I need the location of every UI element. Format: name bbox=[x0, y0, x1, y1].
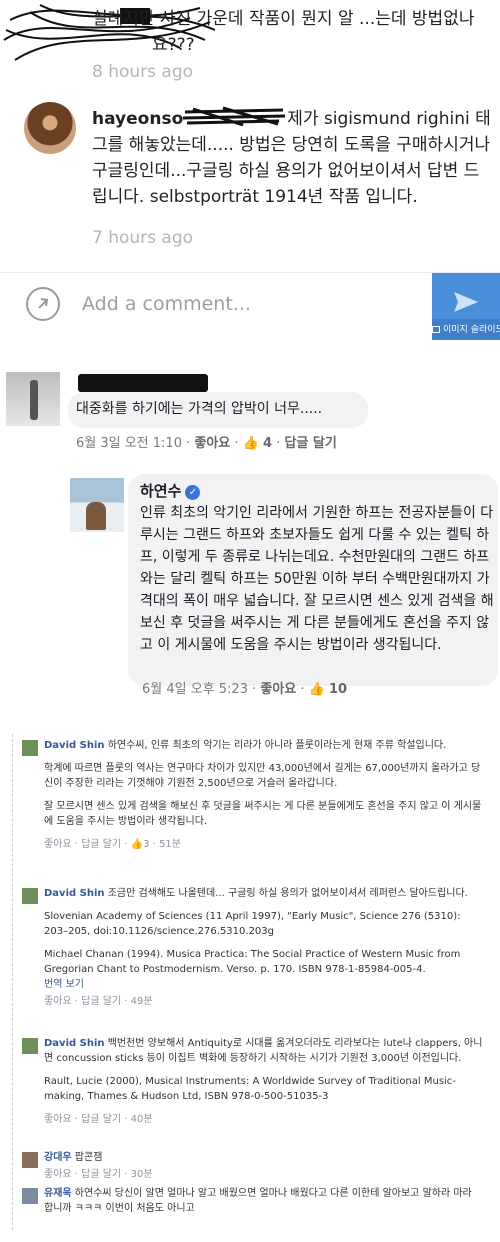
like-count: 10 bbox=[329, 682, 348, 697]
thread-line bbox=[12, 734, 13, 1230]
comment: 유재욱 하연수씨 당신이 알면 얼마나 알고 배웠으면 얼마나 배웠다고 다른 … bbox=[44, 1186, 484, 1216]
comment-meta[interactable]: 좋아요 · 답글 달기 · 30분 bbox=[44, 1167, 484, 1182]
avatar[interactable] bbox=[70, 478, 124, 532]
comment-meta: 6월 3일 오전 1:10 · 좋아요 · 👍 4 · 답글 달기 bbox=[76, 436, 337, 451]
comment-input[interactable]: Add a comment... bbox=[82, 293, 251, 315]
commenter-name[interactable]: David Shin bbox=[44, 888, 105, 899]
commenter-name[interactable]: 강대우 bbox=[44, 1152, 72, 1163]
image-slider-button[interactable]: 이미지 슬라이드 bbox=[432, 319, 500, 341]
avatar[interactable] bbox=[22, 740, 38, 756]
commenter-name[interactable]: David Shin bbox=[44, 1038, 105, 1049]
thumbs-up-icon: 👍 bbox=[242, 436, 259, 451]
instagram-comments: 실례지만 사진 가운데 작품이 뭔지 알 ...는데 방법없나요??? 8 ho… bbox=[0, 0, 500, 272]
comment-username[interactable]: hayeonso bbox=[92, 109, 183, 129]
avatar[interactable] bbox=[6, 372, 60, 426]
comment-meta: 6월 4일 오후 5:23 · 좋아요 · 👍 10 bbox=[142, 682, 348, 697]
comment: David Shin 백번천번 양보해서 Antiquity로 시대를 옮겨오더… bbox=[44, 1036, 484, 1135]
comment-time: 7 hours ago bbox=[92, 228, 194, 248]
comment: David Shin 조금만 검색해도 나올텐데... 구글링 하실 용의가 없… bbox=[44, 886, 484, 1017]
redacted-name bbox=[78, 374, 208, 392]
comment-date: 6월 4일 오후 5:23 bbox=[142, 682, 248, 697]
reply-icon[interactable] bbox=[26, 287, 60, 321]
comment-paragraph: 학계에 따르면 플룻의 역사는 연구마다 차이가 있지만 43,000년에서 길… bbox=[44, 763, 481, 789]
avatar[interactable] bbox=[22, 1152, 38, 1168]
comment-date: 6월 3일 오전 1:10 bbox=[76, 436, 182, 451]
comment-body: hayeonso 제가 sigismund righini 태그를 해놓았는데..… bbox=[92, 106, 492, 210]
comment-text: 백번천번 양보해서 Antiquity로 시대를 옮겨오더라도 리라보다는 lu… bbox=[44, 1038, 483, 1064]
comment-text: 하연수씨 당신이 알면 얼마나 알고 배웠으면 얼마나 배웠다고 다른 이한테 … bbox=[44, 1188, 472, 1214]
comment: 강대우 팝콘잼 좋아요 · 답글 달기 · 30분 bbox=[44, 1150, 484, 1190]
comment-text: 대중화를 하기에는 가격의 압박이 너무..... bbox=[76, 401, 323, 417]
avatar[interactable] bbox=[24, 102, 76, 154]
comment-meta[interactable]: 좋아요 · 답글 달기 · 40분 bbox=[44, 1112, 484, 1127]
comment-text: 인류 최초의 악기인 리라에서 기원한 하프는 전공자분들이 다루시는 그랜드 … bbox=[140, 505, 494, 653]
like-link[interactable]: 좋아요 bbox=[194, 436, 230, 451]
commenter-name[interactable]: 하연수 ✓ bbox=[140, 480, 201, 501]
facebook-mobile-comments: 대중화를 하기에는 가격의 압박이 너무..... 6월 3일 오전 1:10 … bbox=[0, 340, 500, 720]
comment-text: 조금만 검색해도 나올텐데... 구글링 하실 용의가 없어보이셔서 레퍼런스 … bbox=[107, 888, 468, 899]
comment-time: 8 hours ago bbox=[92, 62, 194, 82]
avatar[interactable] bbox=[22, 888, 38, 904]
comment-meta[interactable]: 좋아요 · 답글 달기 · 49분 bbox=[44, 994, 484, 1009]
like-link[interactable]: 좋아요 bbox=[260, 682, 296, 697]
thumbs-up-icon: 👍 bbox=[308, 682, 325, 697]
comment-paragraph: 잘 모르시면 센스 있게 검색을 해보신 후 덧글을 써주시는 게 다른 분들에… bbox=[44, 801, 482, 827]
avatar[interactable] bbox=[22, 1188, 38, 1204]
commenter-name[interactable]: David Shin bbox=[44, 740, 105, 751]
comment-text: 실례지만 사진 가운데 작품이 뭔지 알 ...는데 방법없나요??? bbox=[92, 9, 475, 55]
add-comment-bar: Add a comment... 이미지 슬라이드 bbox=[0, 272, 500, 341]
translate-link[interactable]: 번역 보기 bbox=[44, 977, 484, 992]
comment-meta[interactable]: 좋아요 · 답글 달기 · 👍3 · 51분 bbox=[44, 837, 484, 852]
commenter-name[interactable]: 유재욱 bbox=[44, 1188, 72, 1199]
comment-paragraph: Rault, Lucie (2000), Musical Instruments… bbox=[44, 1076, 456, 1102]
image-icon bbox=[432, 326, 440, 333]
verified-badge-icon: ✓ bbox=[185, 485, 201, 500]
comment: David Shin 하연수씨, 인류 최초의 악기는 리라가 아니라 플룻이라… bbox=[44, 738, 484, 860]
send-icon bbox=[454, 292, 478, 312]
comment-paragraph: Michael Chanan (1994). Musica Practica: … bbox=[44, 949, 461, 975]
like-count: 4 bbox=[263, 436, 273, 451]
redaction-scribble bbox=[183, 106, 287, 127]
facebook-desktop-comments: David Shin 하연수씨, 인류 최초의 악기는 리라가 아니라 플룻이라… bbox=[0, 720, 500, 1242]
comment-text: 하연수씨, 인류 최초의 악기는 리라가 아니라 플룻이라는게 현재 주류 학설… bbox=[107, 740, 447, 751]
reply-link[interactable]: 답글 달기 bbox=[284, 436, 336, 451]
avatar[interactable] bbox=[22, 1038, 38, 1054]
comment-paragraph: Slovenian Academy of Sciences (11 April … bbox=[44, 911, 461, 937]
comment-text: 팝콘잼 bbox=[74, 1152, 103, 1163]
